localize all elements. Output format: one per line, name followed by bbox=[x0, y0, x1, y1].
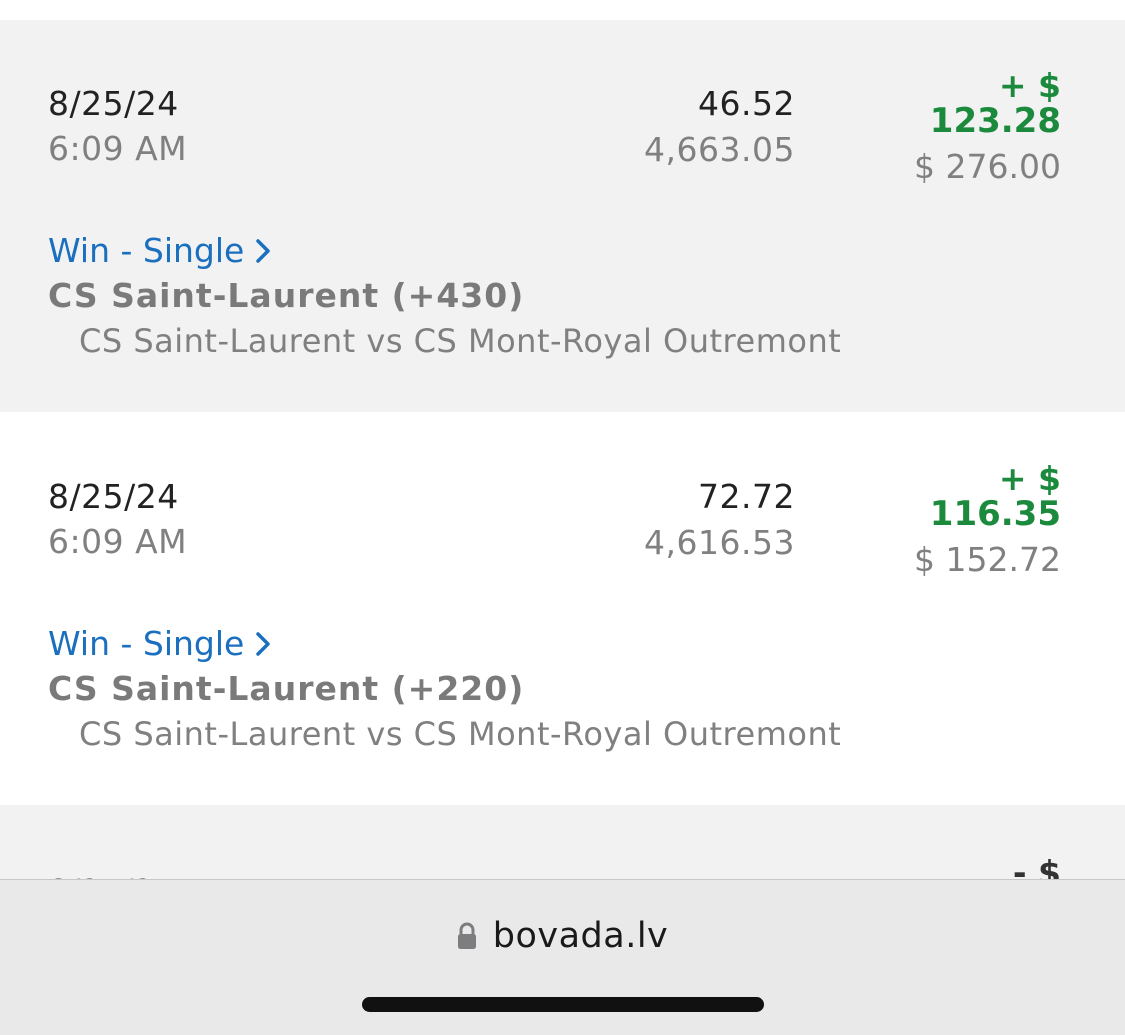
chevron-right-icon bbox=[256, 238, 271, 263]
bet-event: CS Saint-Laurent vs CS Mont-Royal Outrem… bbox=[79, 322, 842, 360]
chevron-right-icon bbox=[256, 631, 271, 656]
transaction-amount: 46.52 bbox=[698, 84, 795, 123]
transaction-balance: 4,663.05 bbox=[644, 130, 795, 169]
transaction-row: 8/25/24 6:09 AM 72.72 4,616.53 + $ 116.3… bbox=[0, 412, 1125, 805]
url-text: bovada.lv bbox=[492, 916, 669, 956]
browser-address-bar[interactable]: bovada.lv bbox=[0, 879, 1125, 1035]
transaction-row: 8/25/24 6:09 AM 46.52 4,663.05 + $ 123.2… bbox=[0, 20, 1125, 412]
win-sign: + $ bbox=[998, 66, 1061, 105]
home-indicator[interactable] bbox=[362, 997, 764, 1012]
bet-type-label: Win - Single bbox=[48, 231, 245, 270]
transaction-date: 8/25/24 bbox=[48, 477, 179, 516]
win-amount: 123.28 bbox=[929, 101, 1061, 141]
top-strip bbox=[0, 0, 1125, 20]
bet-event: CS Saint-Laurent vs CS Mont-Royal Outrem… bbox=[79, 715, 842, 753]
stake-amount: $ 152.72 bbox=[914, 540, 1061, 579]
transaction-date: 8/25/24 bbox=[48, 84, 179, 123]
lock-icon bbox=[457, 922, 476, 949]
bet-selection: CS Saint-Laurent (+220) bbox=[48, 669, 525, 708]
transaction-time: 6:09 AM bbox=[48, 522, 188, 561]
bet-type-label: Win - Single bbox=[48, 624, 245, 663]
win-sign: + $ bbox=[998, 459, 1061, 498]
transaction-time: 6:09 AM bbox=[48, 129, 188, 168]
stake-amount: $ 276.00 bbox=[914, 147, 1061, 186]
bet-selection: CS Saint-Laurent (+430) bbox=[48, 276, 525, 315]
page: 8/25/24 6:09 AM 46.52 4,663.05 + $ 123.2… bbox=[0, 0, 1125, 1035]
url-display[interactable]: bovada.lv bbox=[0, 916, 1125, 956]
transaction-amount: 72.72 bbox=[698, 477, 795, 516]
win-amount: 116.35 bbox=[929, 494, 1061, 534]
bet-type-link[interactable]: Win - Single bbox=[48, 624, 271, 663]
transaction-balance: 4,616.53 bbox=[644, 523, 795, 562]
bet-type-link[interactable]: Win - Single bbox=[48, 231, 271, 270]
